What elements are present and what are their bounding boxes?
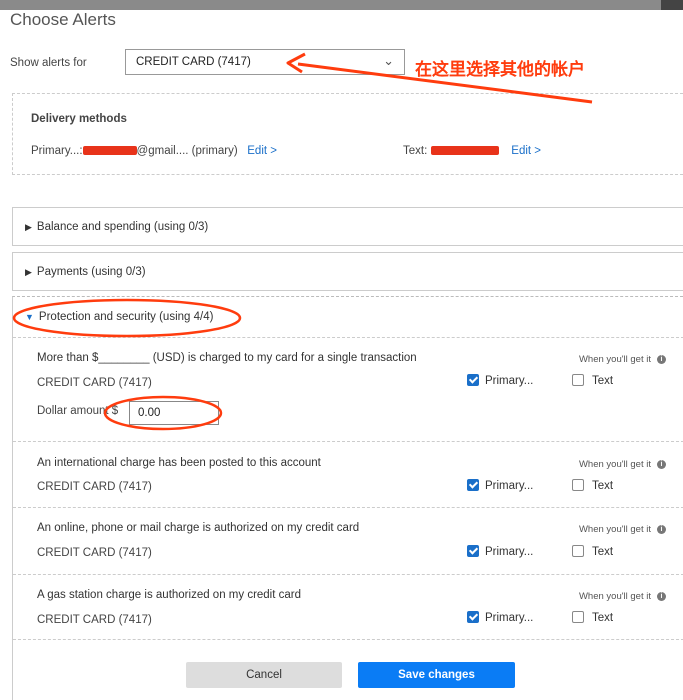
section-protection-security: ▼ Protection and security (using 4/4) Mor… [12,296,683,700]
page-title: Choose Alerts [10,10,116,29]
info-icon[interactable]: i [657,524,666,534]
section-label: ▶ Balance and spending (using 0/3) [25,221,208,233]
primary-email-row: Primary...: @gmail.... (primary) Edit > [31,145,277,157]
text-checkbox[interactable] [572,479,584,491]
when-label: When you'll get it [578,354,651,365]
when-youll-get-it[interactable]: When you'll get it i [579,354,666,365]
section-header-protection[interactable]: ▼ Protection and security (using 4/4) [25,311,213,323]
alert-description: An online, phone or mail charge is autho… [37,522,360,534]
section-label: ▶ Payments (using 0/3) [25,266,146,278]
alert-description: More than $________ (USD) is charged to … [37,352,417,364]
primary-suffix: @gmail.... (primary) [136,145,238,157]
when-youll-get-it[interactable]: When you'll get it i [579,591,666,602]
alert-row-online-phone-mail: An online, phone or mail charge is autho… [13,507,683,574]
primary-checkbox-label: Primary... [485,480,534,492]
alert-row-gas-station: A gas station charge is authorized on my… [13,574,683,640]
primary-checkbox-label: Primary... [485,375,534,387]
when-label: When you'll get it [578,459,651,470]
section-balance-spending[interactable]: ▶ Balance and spending (using 0/3) [12,207,683,246]
window-top-bar [0,0,683,10]
delivery-methods-panel: Delivery methods Primary...: @gmail.... (… [12,93,683,175]
section-label-text: Balance and spending (using 0/3) [36,221,209,233]
text-checkbox[interactable] [572,611,584,623]
triangle-right-icon: ▶ [25,267,32,277]
when-youll-get-it[interactable]: When you'll get it i [579,459,666,470]
cancel-button[interactable]: Cancel [186,662,342,688]
section-label-text: Payments (using 0/3) [36,266,146,278]
triangle-down-icon: ▼ [25,312,34,322]
save-changes-button[interactable]: Save changes [358,662,515,688]
primary-checkbox-label: Primary... [485,546,534,558]
text-prefix: Text: [403,145,428,157]
info-icon[interactable]: i [657,459,666,469]
info-icon[interactable]: i [657,354,666,364]
edit-primary-link[interactable]: Edit > [247,145,277,157]
text-checkbox[interactable] [572,374,584,386]
alert-description: An international charge has been posted … [37,457,321,469]
delivery-methods-heading: Delivery methods [31,113,127,125]
window-corner [661,0,683,10]
primary-checkbox-label: Primary... [485,612,534,624]
primary-prefix: Primary...: [31,145,83,157]
account-select[interactable]: CREDIT CARD (7417) ⌄ [125,49,405,75]
text-checkbox-label: Text [592,612,614,624]
redaction-mark [430,146,499,156]
annotation-text: 在这里选择其他的帐户 [415,60,585,80]
text-checkbox[interactable] [572,545,584,557]
alert-description: A gas station charge is authorized on my… [37,589,302,601]
section-payments[interactable]: ▶ Payments (using 0/3) [12,252,683,291]
edit-text-link[interactable]: Edit > [511,145,541,157]
alert-row-single-transaction: More than $________ (USD) is charged to … [13,337,683,441]
primary-checkbox[interactable] [467,545,479,557]
primary-checkbox[interactable] [467,479,479,491]
alert-account: CREDIT CARD (7417) [37,614,152,626]
show-alerts-label: Show alerts for [10,57,87,69]
triangle-right-icon: ▶ [25,222,32,232]
redaction-mark [82,146,137,156]
alert-account: CREDIT CARD (7417) [37,377,152,389]
section-label-text: Protection and security (using 4/4) [38,311,214,323]
info-icon[interactable]: i [657,591,666,601]
chevron-down-icon: ⌄ [383,53,394,68]
text-number-row: Text: Edit > [403,145,541,157]
when-label: When you'll get it [578,524,651,535]
alert-row-international: An international charge has been posted … [13,441,683,507]
alert-account: CREDIT CARD (7417) [37,547,152,559]
alert-account: CREDIT CARD (7417) [37,481,152,493]
text-checkbox-label: Text [592,546,614,558]
primary-checkbox[interactable] [467,611,479,623]
dollar-amount-label: Dollar amount $ [37,405,119,417]
when-label: When you'll get it [578,591,651,602]
text-checkbox-label: Text [592,480,614,492]
when-youll-get-it[interactable]: When you'll get it i [579,524,666,535]
dollar-amount-input[interactable]: 0.00 [129,401,219,425]
primary-checkbox[interactable] [467,374,479,386]
text-checkbox-label: Text [592,375,614,387]
account-select-value: CREDIT CARD (7417) [136,56,251,68]
